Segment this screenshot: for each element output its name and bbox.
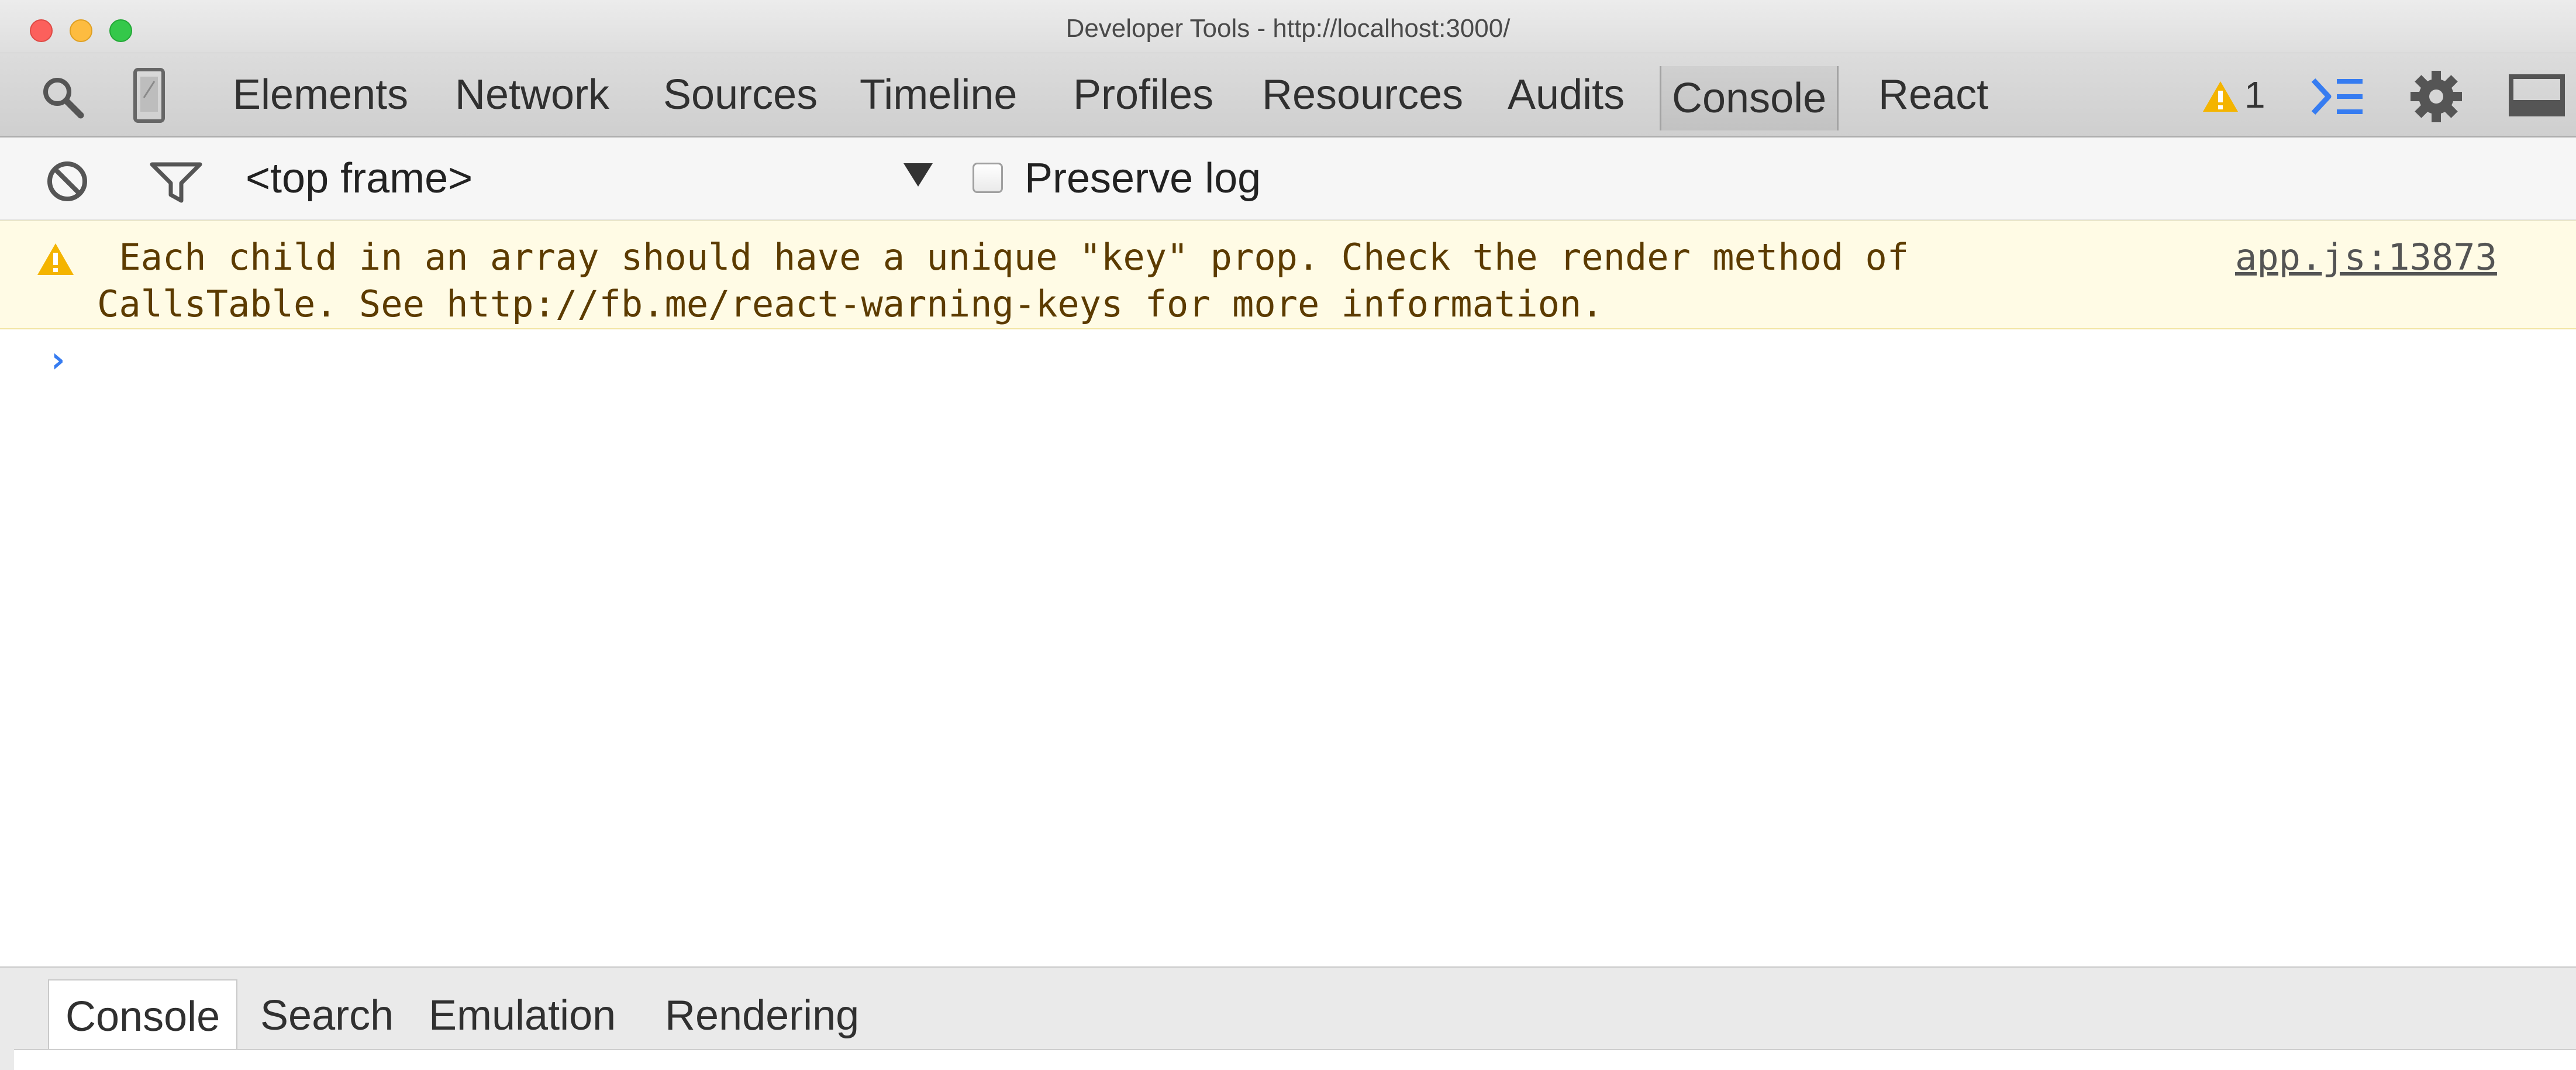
chevron-down-icon[interactable] [904, 163, 933, 187]
message-text: Each child in an array should have a uni… [97, 234, 2085, 328]
tab-timeline[interactable]: Timeline [860, 53, 1017, 136]
warning-icon[interactable] [2202, 80, 2239, 116]
drawer-toggle-icon[interactable] [2309, 74, 2365, 122]
drawer-tab-console[interactable]: Console [48, 979, 238, 1054]
tab-profiles[interactable]: Profiles [1073, 53, 1213, 136]
tab-react[interactable]: React [1878, 53, 1988, 136]
preserve-log-checkbox[interactable] [973, 163, 1003, 193]
frame-selector[interactable]: <top frame> [246, 137, 473, 219]
drawer-tab-emulation[interactable]: Emulation [429, 979, 616, 1052]
drawer-content [14, 1049, 2576, 1070]
message-line-2: CallsTable. See http://fb.me/react-warni… [97, 283, 1603, 325]
window-title: Developer Tools - http://localhost:3000/ [1065, 14, 1511, 43]
main-toolbar: Elements Network Sources Timeline Profil… [0, 53, 2576, 137]
device-mode-icon[interactable] [132, 67, 167, 129]
message-source-link[interactable]: app.js:13873 [2235, 234, 2497, 281]
console-prompt[interactable]: › [47, 338, 68, 381]
dock-icon[interactable] [2509, 73, 2567, 123]
console-message-warning: Each child in an array should have a uni… [0, 221, 2576, 329]
tab-network[interactable]: Network [455, 53, 609, 136]
drawer-tab-rendering[interactable]: Rendering [665, 979, 859, 1052]
preserve-log-label[interactable]: Preserve log [1025, 137, 1261, 219]
tab-resources[interactable]: Resources [1262, 53, 1463, 136]
gear-icon[interactable] [2408, 68, 2464, 128]
warning-count[interactable]: 1 [2244, 53, 2265, 136]
drawer-tab-search[interactable]: Search [260, 979, 394, 1052]
title-bar: Developer Tools - http://localhost:3000/ [0, 0, 2576, 53]
warning-icon [36, 242, 75, 279]
clear-console-icon[interactable] [46, 160, 89, 206]
search-icon[interactable] [40, 74, 85, 123]
tab-sources[interactable]: Sources [663, 53, 818, 136]
tab-console[interactable]: Console [1660, 66, 1839, 130]
tab-audits[interactable]: Audits [1508, 53, 1625, 136]
devtools-window: Developer Tools - http://localhost:3000/… [0, 0, 2576, 1070]
filter-icon[interactable] [150, 161, 202, 207]
console-toolbar: <top frame> Preserve log [0, 137, 2576, 221]
message-line-1: Each child in an array should have a uni… [97, 236, 1909, 278]
tab-elements[interactable]: Elements [233, 53, 408, 136]
